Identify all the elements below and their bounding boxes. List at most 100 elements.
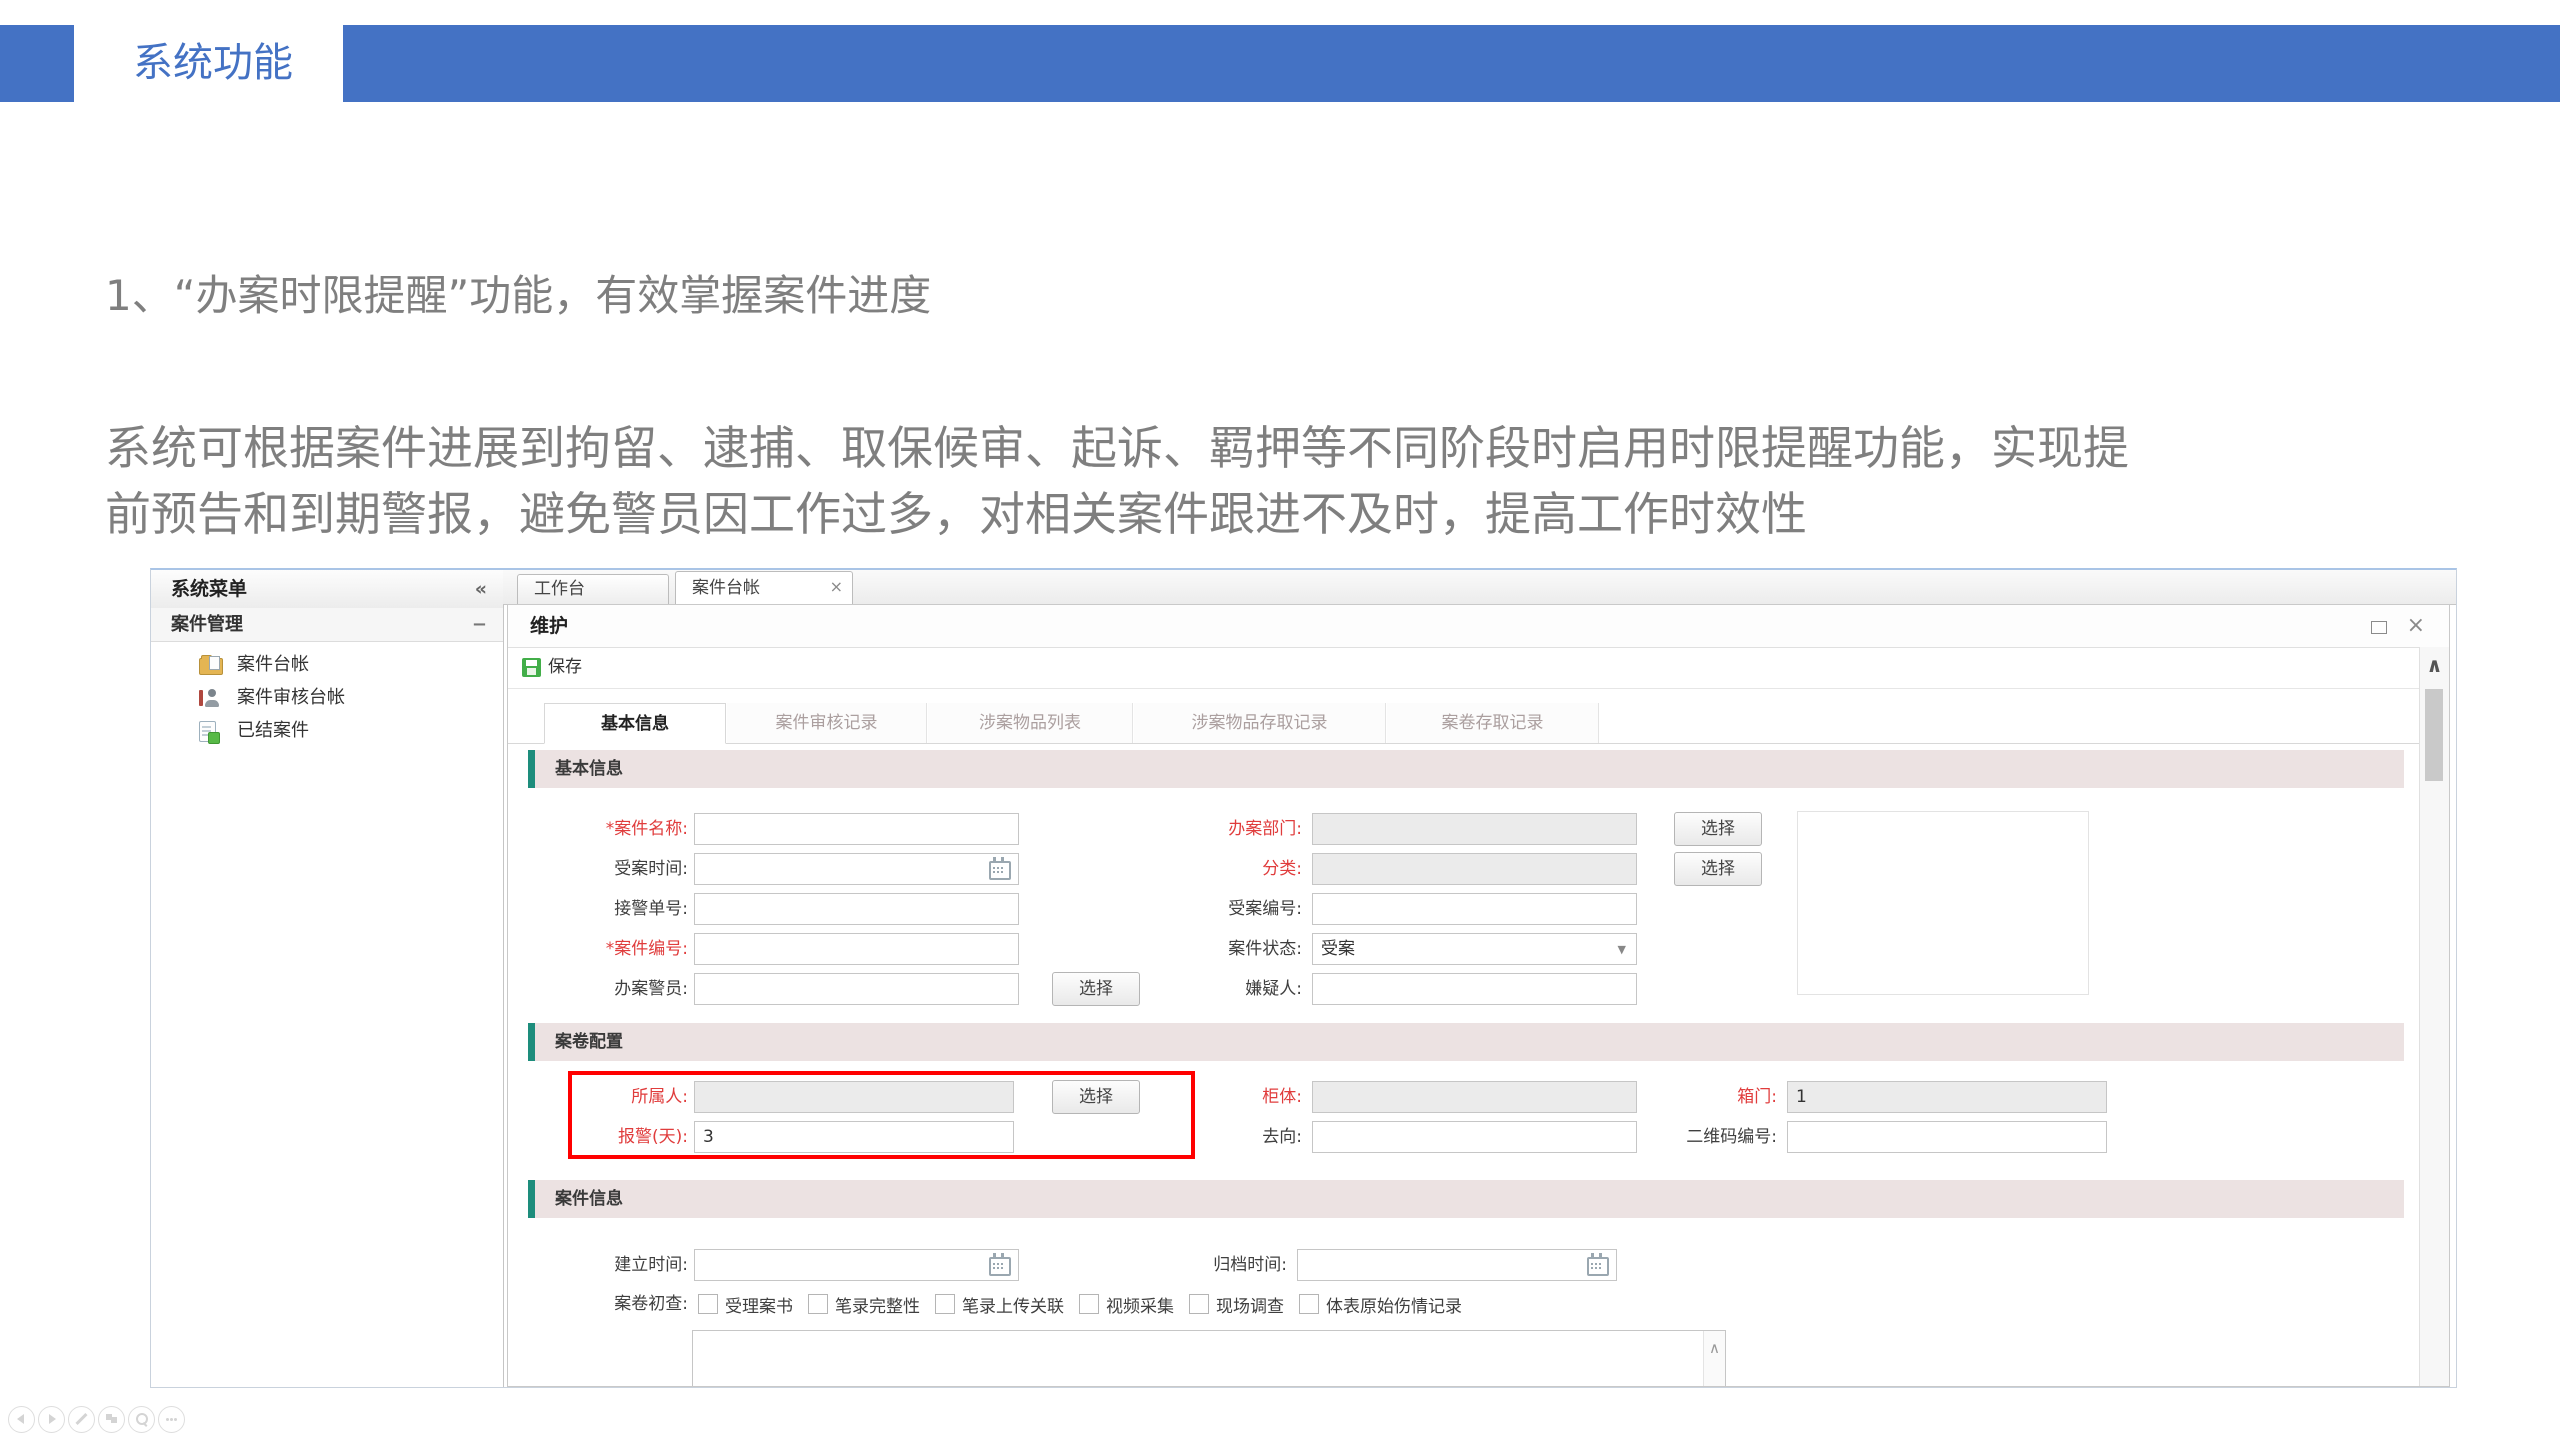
app-screenshot: 系统菜单 « 案件管理 − 案件台帐 案件审核台帐 已结案件 工作台 案件台帐 … [150,568,2457,1388]
pen-tool-button[interactable] [68,1406,95,1433]
accept-time-label: 受案时间: [614,859,688,879]
form-tab-label: 涉案物品存取记录 [1191,713,1328,733]
chevron-down-icon[interactable]: ▼ [1618,934,1626,966]
checkbox-icon[interactable] [1079,1294,1099,1314]
sidebar-item-case-audit-ledger[interactable]: 案件审核台帐 [151,683,503,713]
form-tab-file-access-records[interactable]: 案卷存取记录 [1387,703,1599,743]
sidebar-group-label: 案件管理 [171,614,243,635]
case-notes-textarea[interactable]: ∧ [692,1330,1726,1386]
checkbox-label: 笔录上传关联 [962,1296,1064,1317]
category-select-button[interactable]: 选择 [1674,852,1762,886]
form-tab-involved-items[interactable]: 涉案物品列表 [928,703,1133,743]
checkbox-option[interactable]: 笔录上传关联 [935,1292,1064,1317]
suspect-input[interactable] [1312,973,1637,1005]
form-tab-bar: 基本信息 案件审核记录 涉案物品列表 涉案物品存取记录 案卷存取记录 [508,703,2419,744]
page-title: 系统功能 [133,40,293,86]
slide-heading: 1、“办案时限提醒”功能，有效掌握案件进度 [105,271,932,320]
save-button[interactable]: 保存 [522,654,582,681]
calendar-icon[interactable] [1587,1253,1609,1276]
section-header-archive-config: 案卷配置 [528,1023,2404,1061]
case-status-value: 受案 [1321,939,1355,959]
restore-window-icon[interactable] [2371,616,2390,634]
next-slide-button[interactable] [38,1406,65,1433]
tab-case-ledger[interactable]: 案件台帐 × [675,571,853,605]
close-tab-icon[interactable]: × [830,573,843,601]
checkbox-option[interactable]: 视频采集 [1079,1292,1174,1317]
archive-time-input[interactable] [1297,1249,1617,1281]
form-tab-item-access-records[interactable]: 涉案物品存取记录 [1134,703,1386,743]
form-tab-basic-info[interactable]: 基本信息 [544,703,726,744]
category-input [1312,853,1637,885]
sidebar-item-label: 已结案件 [237,720,309,741]
qr-code-label: 二维码编号: [1686,1127,1777,1147]
checkbox-icon[interactable] [808,1294,828,1314]
alert-days-input[interactable]: 3 [694,1121,1014,1153]
section-header-case-info: 案件信息 [528,1180,2404,1218]
checkbox-icon[interactable] [935,1294,955,1314]
box-door-label: 箱门: [1737,1087,1777,1107]
create-time-input[interactable] [694,1249,1019,1281]
tab-workbench[interactable]: 工作台 [517,574,669,604]
checkbox-icon[interactable] [1189,1294,1209,1314]
sidebar-group-case-management[interactable]: 案件管理 − [151,608,503,642]
case-no-input[interactable] [694,933,1019,965]
tab-strip: 工作台 案件台帐 × [503,570,2456,605]
photo-placeholder [1797,811,2089,995]
title-accent-bar [343,25,2560,102]
destination-label: 去向: [1262,1127,1302,1147]
case-status-dropdown[interactable]: 受案 ▼ [1312,933,1637,965]
scrollbar-thumb[interactable] [2425,689,2443,781]
checkbox-option[interactable]: 体表原始伤情记录 [1299,1292,1462,1317]
tab-label: 案件台帐 [692,578,760,598]
sidebar-item-closed-cases[interactable]: 已结案件 [151,716,503,746]
case-status-label: 案件状态: [1228,939,1302,959]
textarea-scrollbar[interactable]: ∧ [1703,1331,1725,1386]
section-header-basic-info: 基本信息 [528,750,2404,788]
sidebar-item-case-ledger[interactable]: 案件台帐 [151,650,503,680]
tab-label: 工作台 [534,579,585,599]
more-options-button[interactable] [158,1406,185,1433]
case-name-input[interactable] [694,813,1019,845]
category-label: 分类: [1262,859,1302,879]
previous-slide-button[interactable] [8,1406,35,1433]
scroll-up-icon[interactable]: ∧ [1709,1339,1720,1357]
dept-select-button[interactable]: 选择 [1674,812,1762,846]
checkbox-option[interactable]: 现场调查 [1189,1292,1284,1317]
calendar-icon[interactable] [989,1253,1011,1276]
maintain-panel: 维护 × 保存 ∧ 基本信息 案件审核记录 涉案物品列表 涉案物品存取记录 案卷… [507,604,2450,1387]
checkbox-label: 笔录完整性 [835,1296,920,1317]
collapse-sidebar-icon[interactable]: « [475,570,487,608]
accept-no-input[interactable] [1312,893,1637,925]
slide-body-line-2: 前预告和到期警报，避免警员因工作过多，对相关案件跟进不及时，提高工作时效性 [105,487,1807,541]
alert-days-label: 报警(天): [618,1127,688,1147]
officer-input[interactable] [694,973,1019,1005]
checkbox-option[interactable]: 笔录完整性 [808,1292,920,1317]
save-label: 保存 [548,657,582,677]
case-no-label: *案件编号: [605,939,688,959]
checkbox-icon[interactable] [1299,1294,1319,1314]
qr-code-input[interactable] [1787,1121,2107,1153]
scroll-up-icon[interactable]: ∧ [2420,649,2449,681]
panel-scrollbar[interactable]: ∧ [2419,647,2449,1386]
save-icon [522,658,541,677]
checkbox-option[interactable]: 受理案书 [698,1292,793,1317]
close-window-icon[interactable]: × [2407,613,2425,639]
form-tab-label: 案件审核记录 [775,713,878,733]
slide-overview-button[interactable] [98,1406,125,1433]
checkbox-icon[interactable] [698,1294,718,1314]
checkbox-label: 视频采集 [1106,1296,1174,1317]
form-tab-audit-records[interactable]: 案件审核记录 [727,703,927,743]
folder-icon [199,655,223,675]
slide: 系统功能 1、“办案时限提醒”功能，有效掌握案件进度 系统可根据案件进展到拘留、… [0,0,2560,1440]
slide-body-line-1: 系统可根据案件进展到拘留、逮捕、取保候审、起诉、羁押等不同阶段时启用时限提醒功能… [105,421,2129,475]
zoom-button[interactable] [128,1406,155,1433]
archive-time-label: 归档时间: [1213,1255,1287,1275]
accept-time-input[interactable] [694,853,1019,885]
collapse-group-icon[interactable]: − [472,608,487,641]
owner-label: 所属人: [631,1087,688,1107]
closed-case-icon [199,721,220,744]
toolbar: 保存 [508,647,2419,689]
dept-input [1312,813,1637,845]
calendar-icon[interactable] [989,857,1011,880]
alarm-no-input[interactable] [694,893,1019,925]
